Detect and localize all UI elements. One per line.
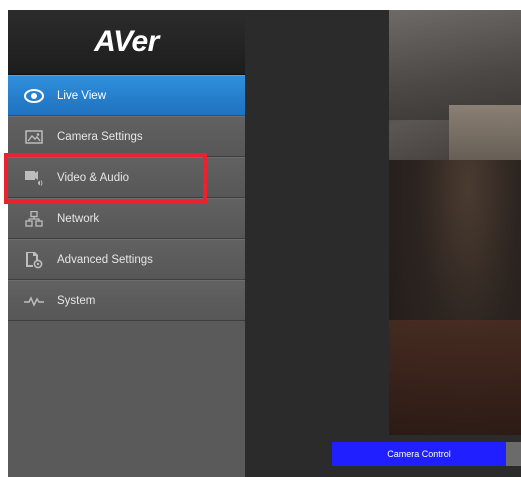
top-strip [0,0,521,10]
sidebar-item-advanced-settings[interactable]: Advanced Settings [8,239,245,280]
video-ceiling [389,10,521,120]
camera-control-button[interactable]: Camera Control [332,442,506,466]
sidebar-item-label: Network [57,212,100,225]
highlight-box [4,153,207,204]
advanced-settings-icon [23,249,45,271]
logo-area: AVer [8,10,245,75]
sidebar-item-label: Camera Settings [57,130,143,143]
aver-logo: AVer [94,25,159,58]
camera-control-label: Camera Control [387,449,451,459]
image-icon [23,126,45,148]
sidebar-item-system[interactable]: System [8,280,245,321]
sidebar-item-live-view[interactable]: Live View [8,75,245,116]
camera-video-feed[interactable] [389,10,521,435]
sidebar-empty-area [8,324,245,477]
control-bar-edge [506,442,521,466]
sidebar-item-network[interactable]: Network [8,198,245,239]
video-chair [389,320,521,435]
sidebar-item-label: Advanced Settings [57,253,153,266]
sidebar: AVer Live View Camera Settings Video & A… [8,10,245,477]
sidebar-item-camera-settings[interactable]: Camera Settings [8,116,245,157]
sidebar-item-label: Live View [57,89,107,102]
bottom-strip [245,466,521,477]
sidebar-item-label: System [57,294,96,307]
network-icon [23,208,45,230]
pulse-icon [23,290,45,312]
eye-icon [23,85,45,107]
